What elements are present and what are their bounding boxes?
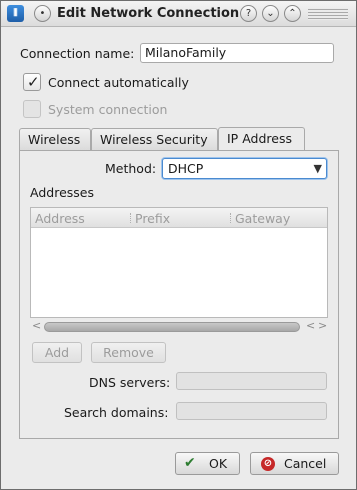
method-value: DHCP: [168, 161, 204, 176]
titlebar-grip: [308, 8, 348, 20]
network-manager-icon[interactable]: ⫴: [7, 5, 24, 22]
system-connection-label: System connection: [48, 102, 168, 117]
menu-dot-icon[interactable]: •: [34, 5, 51, 22]
method-label: Method:: [105, 161, 157, 176]
cancel-button[interactable]: ⊘ Cancel: [250, 452, 339, 475]
cancel-icon: ⊘: [261, 457, 275, 471]
add-address-button[interactable]: Add: [32, 342, 82, 363]
help-icon[interactable]: ?: [240, 5, 257, 22]
column-separator: [230, 213, 231, 223]
remove-address-button[interactable]: Remove: [91, 342, 166, 363]
dns-servers-label: DNS servers:: [89, 375, 171, 390]
column-gateway[interactable]: Gateway: [235, 211, 290, 226]
search-domains-field[interactable]: [176, 402, 327, 420]
connect-automatically-label[interactable]: Connect automatically: [48, 75, 189, 90]
method-select[interactable]: DHCP ▼: [162, 158, 327, 179]
dns-servers-field[interactable]: [176, 372, 327, 390]
tab-wireless-security[interactable]: Wireless Security: [91, 128, 218, 151]
tab-ip-address-label: IP Address: [227, 131, 292, 146]
connection-name-field[interactable]: MilanoFamily: [140, 43, 334, 63]
connection-name-label: Connection name:: [20, 46, 135, 61]
checkmark-icon: ✔: [184, 455, 196, 471]
maximize-icon[interactable]: ⌃: [284, 5, 301, 22]
scroll-left-icon[interactable]: <: [32, 319, 41, 332]
tab-wireless-label: Wireless: [28, 132, 81, 147]
search-domains-label: Search domains:: [64, 405, 169, 420]
tab-wireless-security-label: Wireless Security: [100, 132, 208, 147]
addresses-table[interactable]: Address Prefix Gateway: [30, 207, 328, 318]
tab-ip-address[interactable]: IP Address: [218, 127, 305, 151]
addresses-label: Addresses: [30, 185, 94, 200]
menu-down-icon[interactable]: ⌄: [262, 5, 279, 22]
ok-label: OK: [209, 456, 228, 471]
scroll-left-icon[interactable]: <: [306, 319, 315, 332]
cancel-label: Cancel: [284, 456, 327, 471]
column-prefix[interactable]: Prefix: [135, 211, 170, 226]
scroll-right-icon[interactable]: >: [318, 319, 327, 332]
addresses-horizontal-scrollbar[interactable]: < < >: [30, 319, 328, 335]
check-icon: ✓: [27, 73, 40, 91]
system-connection-checkbox[interactable]: [23, 100, 41, 118]
scrollbar-thumb[interactable]: [44, 322, 300, 332]
column-address[interactable]: Address: [35, 211, 85, 226]
column-separator: [130, 213, 131, 223]
chevron-down-icon: ▼: [313, 162, 322, 175]
connect-automatically-checkbox[interactable]: ✓: [23, 73, 41, 91]
tab-wireless[interactable]: Wireless: [19, 128, 91, 151]
window-title: Edit Network Connection: [57, 6, 240, 21]
title-bar[interactable]: ⫴ • Edit Network Connection ? ⌄ ⌃: [1, 1, 356, 27]
edit-network-connection-dialog: ⫴ • Edit Network Connection ? ⌄ ⌃ Connec…: [0, 0, 357, 490]
addresses-table-header: Address Prefix Gateway: [31, 208, 327, 228]
ok-button[interactable]: ✔ OK: [175, 452, 240, 475]
